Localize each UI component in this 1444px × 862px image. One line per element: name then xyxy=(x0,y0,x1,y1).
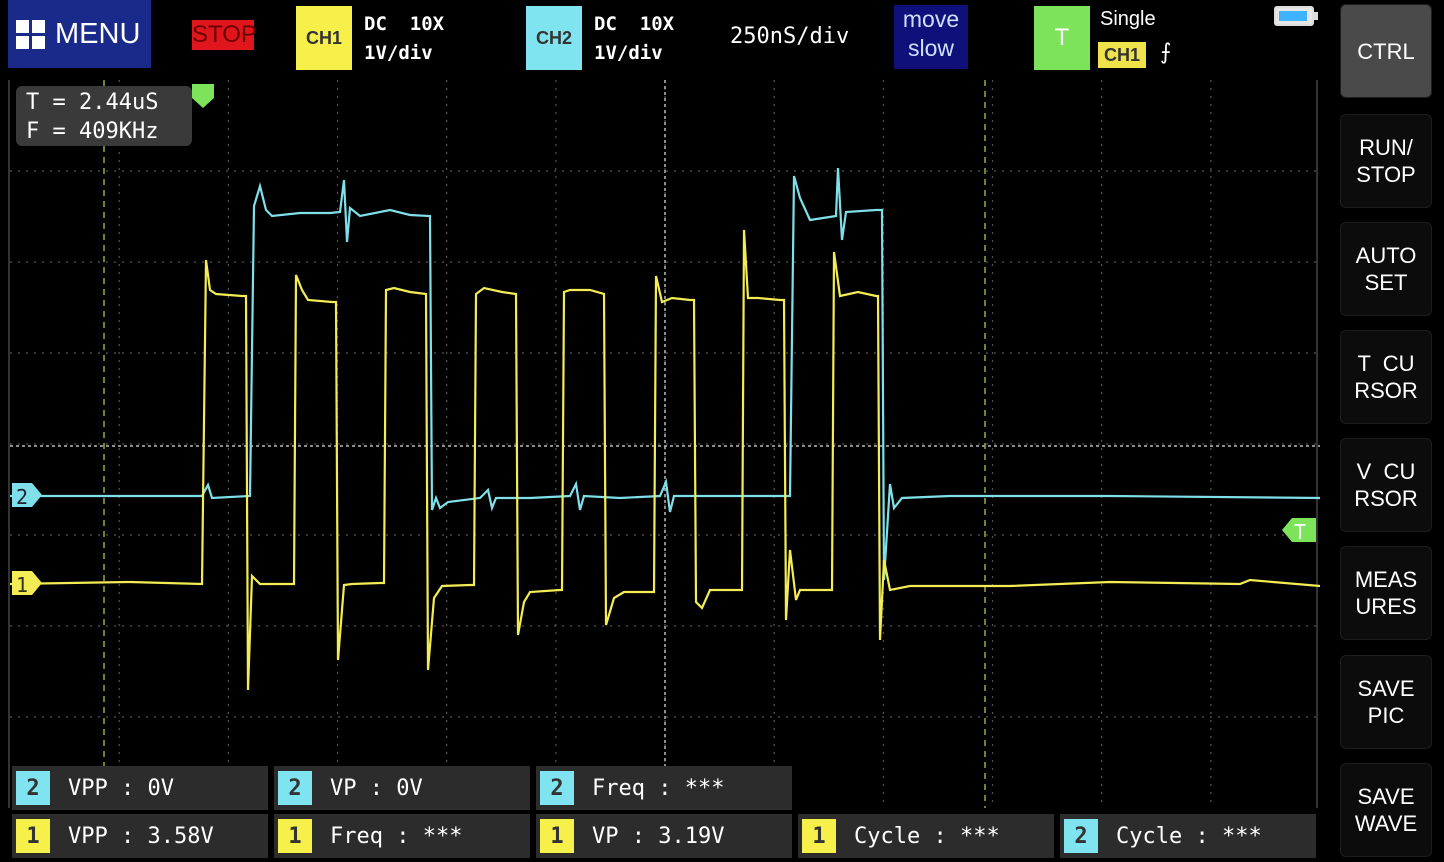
ch2-button[interactable]: CH2 xyxy=(526,6,582,70)
save-wave-button[interactable]: SAVE WAVE xyxy=(1340,763,1432,857)
cursor-readout: T = 2.44uS F = 409KHz xyxy=(16,86,192,146)
measurement-value: VPP : 3.58V xyxy=(68,823,214,849)
measurement-cell[interactable]: 2 Freq : *** xyxy=(536,766,792,810)
channel-tag: 1 xyxy=(16,819,50,853)
ch2-scale: 1V/div xyxy=(594,42,663,64)
save-pic-button[interactable]: SAVE PIC xyxy=(1340,655,1432,749)
menu-button[interactable]: MENU xyxy=(8,0,151,68)
ch1-button[interactable]: CH1 xyxy=(296,6,352,70)
move-speed-button[interactable]: move slow xyxy=(894,5,968,69)
measurement-cell[interactable]: 1 VP : 3.19V xyxy=(536,814,792,858)
channel-tag: 2 xyxy=(16,771,50,805)
move-mode-line2: slow xyxy=(907,35,954,61)
channel-tag: 2 xyxy=(1064,819,1098,853)
channel-tag: 2 xyxy=(540,771,574,805)
ch1-settings: DC 10X 1V/div xyxy=(364,10,444,68)
battery-charging-icon xyxy=(1274,6,1318,26)
measurement-value: Freq : *** xyxy=(592,775,725,801)
menu-label: MENU xyxy=(55,17,141,50)
trigger-button[interactable]: T xyxy=(1034,6,1090,70)
run-state-badge[interactable]: STOP xyxy=(192,20,257,50)
trigger-level-label: T xyxy=(1294,520,1306,544)
t-cursor-button[interactable]: T CU RSOR xyxy=(1340,330,1432,424)
ch1-scale: 1V/div xyxy=(364,42,433,64)
measurement-cell[interactable]: 2 VP : 0V xyxy=(274,766,530,810)
trigger-mode: Single xyxy=(1100,8,1156,30)
ch1-level-label: 1 xyxy=(16,573,28,597)
measures-button[interactable]: MEAS URES xyxy=(1340,546,1432,640)
ctrl-button[interactable]: CTRL xyxy=(1340,4,1432,98)
channel-tag: 1 xyxy=(802,819,836,853)
ch2-settings: DC 10X 1V/div xyxy=(594,10,674,68)
channel-tag: 1 xyxy=(278,819,312,853)
ch2-coupling: DC 10X xyxy=(594,13,675,35)
v-cursor-button[interactable]: V CU RSOR xyxy=(1340,438,1432,532)
measurement-value: VP : 0V xyxy=(330,775,423,801)
measurement-value: VPP : 0V xyxy=(68,775,174,801)
measurement-value: Freq : *** xyxy=(330,823,463,849)
channel-tag: 2 xyxy=(278,771,312,805)
run-stop-button[interactable]: RUN/ STOP xyxy=(1340,114,1432,208)
ch1-coupling: DC 10X xyxy=(364,13,445,35)
ch2-level-label: 2 xyxy=(16,485,28,509)
trigger-source: CH1 xyxy=(1098,42,1147,68)
measurement-value: VP : 3.19V xyxy=(592,823,725,849)
waveform-canvas: 2 1 T xyxy=(10,80,1320,808)
waveform-display[interactable]: 2 1 T xyxy=(8,80,1320,808)
rising-edge-icon: ⨍ xyxy=(1160,40,1172,65)
channel-tag: 1 xyxy=(540,819,574,853)
move-mode-line1: move xyxy=(902,6,960,32)
measurement-cell[interactable]: 1 Freq : *** xyxy=(274,814,530,858)
measurement-cell[interactable]: 2 Cycle : *** xyxy=(1060,814,1316,858)
measurement-cell[interactable]: 2 VPP : 0V xyxy=(12,766,268,810)
measurement-cell[interactable]: 1 Cycle : *** xyxy=(798,814,1054,858)
grid-menu-icon xyxy=(16,19,45,49)
trigger-position-marker xyxy=(192,84,214,108)
measurement-value: Cycle : *** xyxy=(1116,823,1262,849)
period-readout: T = 2.44uS xyxy=(26,90,159,115)
measurement-cell[interactable]: 1 VPP : 3.58V xyxy=(12,814,268,858)
status-bar: MENU STOP CH1 DC 10X 1V/div CH2 DC 10X 1… xyxy=(0,0,1330,78)
frequency-readout: F = 409KHz xyxy=(26,119,159,144)
measurement-value: Cycle : *** xyxy=(854,823,1000,849)
timebase-label[interactable]: 250nS/div xyxy=(730,24,849,49)
auto-set-button[interactable]: AUTO SET xyxy=(1340,222,1432,316)
